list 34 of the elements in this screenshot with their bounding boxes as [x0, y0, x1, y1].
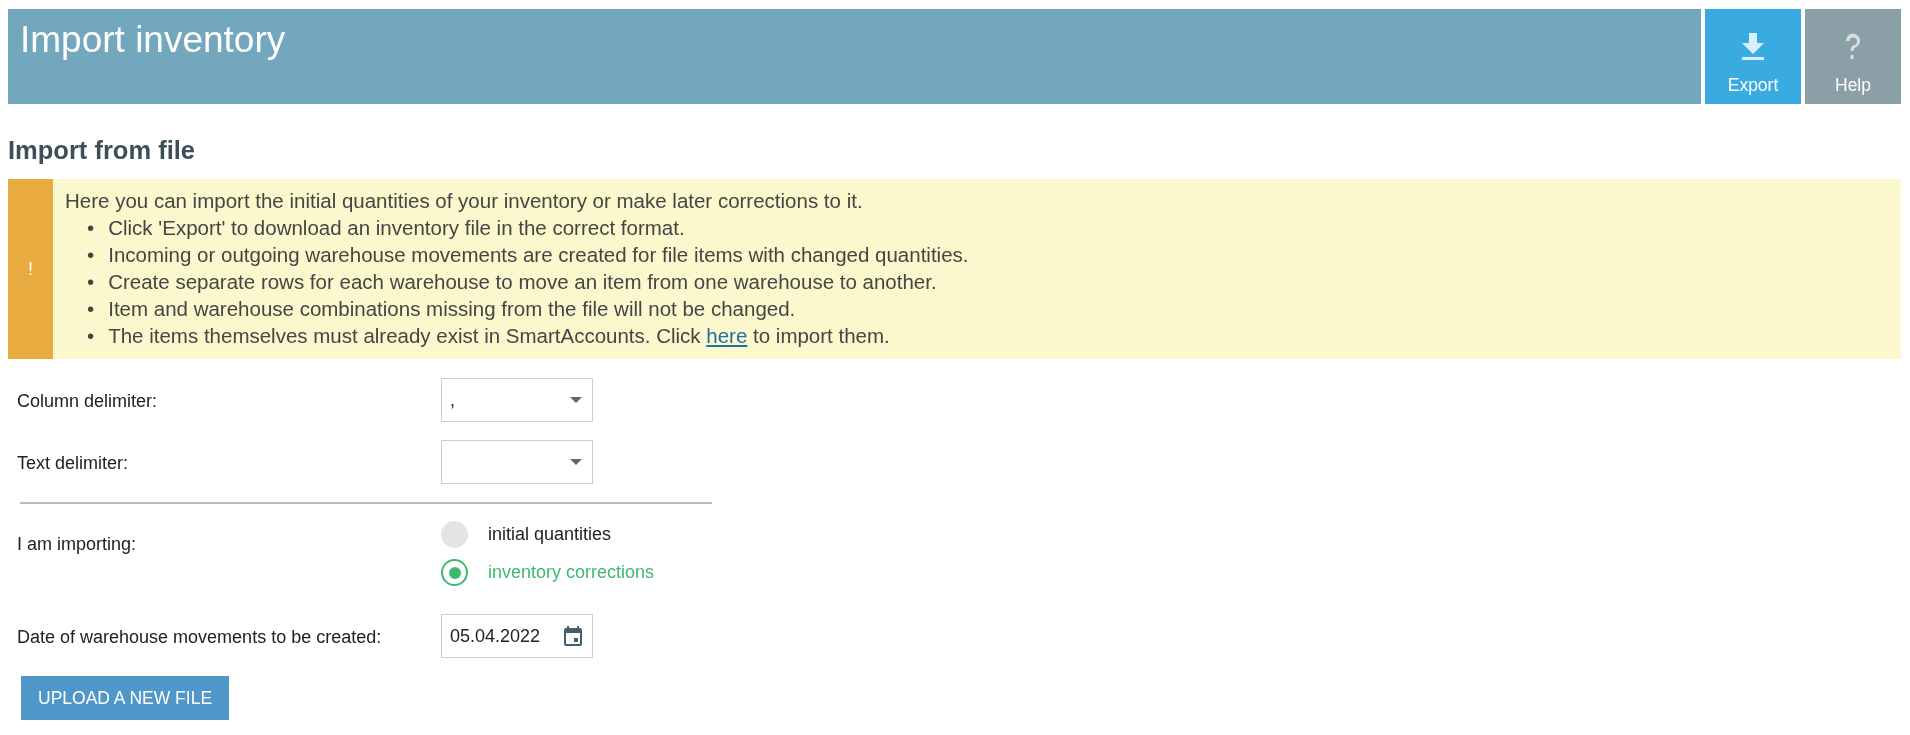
dropdown[interactable]: , — [441, 378, 593, 422]
notice-text: Here you can import the initial quantities of your inventory or make later corrections to it. — [65, 188, 863, 214]
radio-label: inventory corrections — [488, 562, 655, 583]
upload-button[interactable]: UPLOAD A NEW FILE — [21, 676, 230, 720]
field-label: I am importing: — [17, 534, 137, 555]
bullet: • — [87, 269, 95, 295]
radio-label: initial quantities — [488, 524, 612, 545]
radio-button[interactable] — [441, 559, 468, 586]
caret-icon — [570, 459, 582, 465]
exclamation-icon: ! — [28, 258, 33, 280]
bullet-text: The items themselves must already exist in SmartAccounts. Click here to import them. — [108, 323, 890, 349]
radio-button[interactable] — [441, 521, 468, 548]
export-button[interactable]: Export — [1705, 9, 1801, 104]
calendar-icon[interactable] — [564, 626, 582, 646]
bullet-text: Incoming or outgoing warehouse movements are created for file items with changed quantities. — [108, 242, 969, 268]
caret-icon — [570, 397, 582, 403]
page-title: Import inventory — [20, 19, 286, 61]
bullet-text: Create separate rows for each warehouse to move an item from one warehouse to another. — [108, 269, 937, 295]
bullet: • — [87, 215, 95, 241]
bullet: • — [87, 323, 95, 349]
bullet: • — [87, 242, 95, 268]
field-label: Date of warehouse movements to be created: — [17, 627, 382, 648]
import-link[interactable]: here — [706, 324, 748, 347]
question-icon — [1844, 33, 1862, 61]
bullet-text: Item and warehouse combinations missing from the file will not be changed. — [108, 296, 796, 322]
dropdown[interactable] — [441, 440, 593, 484]
bullet-text: Click 'Export' to download an inventory file in the correct format. — [108, 215, 685, 241]
help-button[interactable]: Help — [1805, 9, 1901, 104]
field-label: Column delimiter: — [17, 391, 158, 412]
download-icon — [1741, 33, 1765, 61]
field-label: Text delimiter: — [17, 453, 129, 474]
bullet: • — [87, 296, 95, 322]
date-field[interactable]: 05.04.2022 — [441, 614, 593, 658]
section-heading: Import from file — [8, 136, 195, 165]
